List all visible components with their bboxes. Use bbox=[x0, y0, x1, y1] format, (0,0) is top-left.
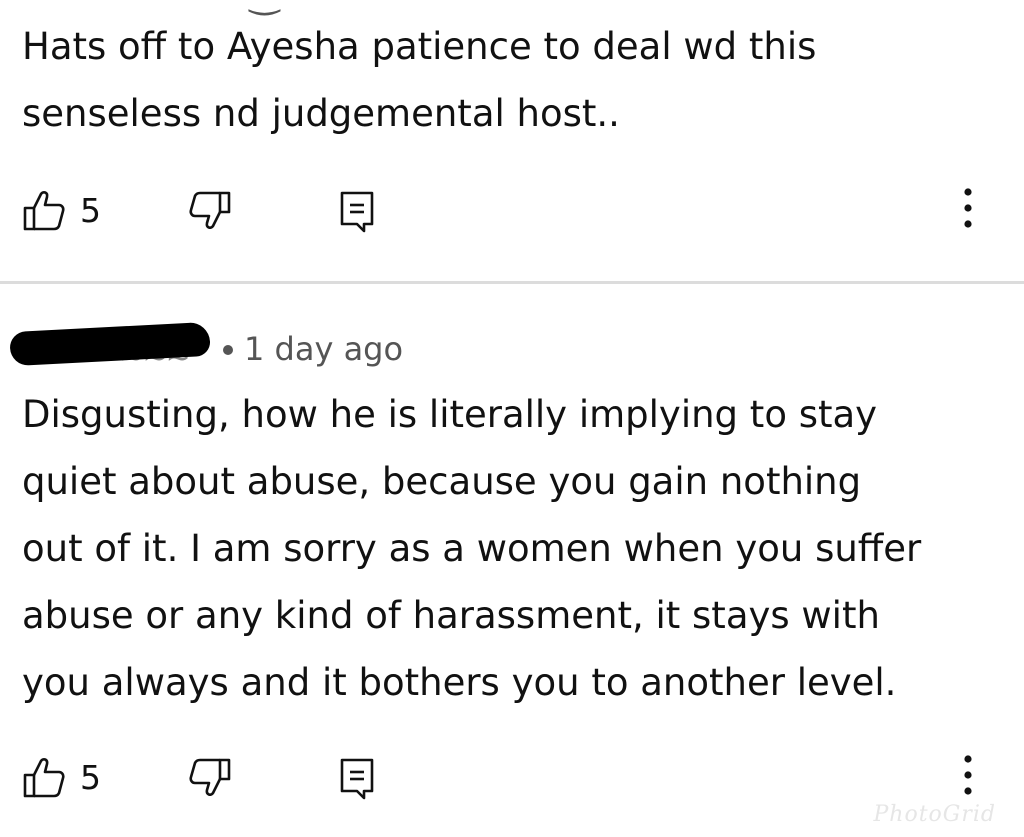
more-vertical-icon bbox=[964, 188, 972, 228]
comment-timestamp: 1 day ago bbox=[244, 330, 404, 368]
comment-meta: ~~~~~~ 1 day ago bbox=[9, 321, 610, 376]
more-options-button[interactable] bbox=[955, 753, 981, 801]
comment-reply-icon bbox=[340, 758, 374, 800]
comment-card: ~~~~~~ 1 day ago Disgusting, how he is l… bbox=[0, 283, 1024, 837]
reply-button[interactable] bbox=[338, 757, 378, 805]
comment-reply-icon bbox=[340, 191, 374, 233]
dislike-button[interactable] bbox=[188, 757, 232, 803]
like-count: 5 bbox=[80, 191, 101, 230]
like-count: 5 bbox=[80, 758, 101, 797]
comment-text: Hats off to Ayesha patience to deal wd t… bbox=[22, 25, 817, 135]
thumbs-up-icon bbox=[23, 758, 65, 798]
separator-dot bbox=[223, 345, 233, 355]
reply-button[interactable] bbox=[338, 190, 378, 238]
cropped-author-line: ‿ bbox=[250, 0, 279, 14]
thumbs-up-icon bbox=[23, 191, 65, 231]
comment-text: Disgusting, how he is literally implying… bbox=[22, 393, 922, 704]
more-options-button[interactable] bbox=[955, 186, 981, 234]
comment-actions: 5 bbox=[0, 182, 1024, 242]
like-button[interactable] bbox=[22, 757, 66, 803]
more-vertical-icon bbox=[964, 755, 972, 795]
comment-actions: 5 bbox=[0, 749, 1024, 809]
photogrid-watermark: PhotoGrid bbox=[873, 802, 996, 827]
comment-card: ‿ Hats off to Ayesha patience to deal wd… bbox=[0, 0, 1024, 284]
dislike-button[interactable] bbox=[188, 190, 232, 236]
thumbs-down-icon bbox=[189, 191, 231, 229]
like-button[interactable] bbox=[22, 190, 66, 236]
thumbs-down-icon bbox=[189, 758, 231, 796]
